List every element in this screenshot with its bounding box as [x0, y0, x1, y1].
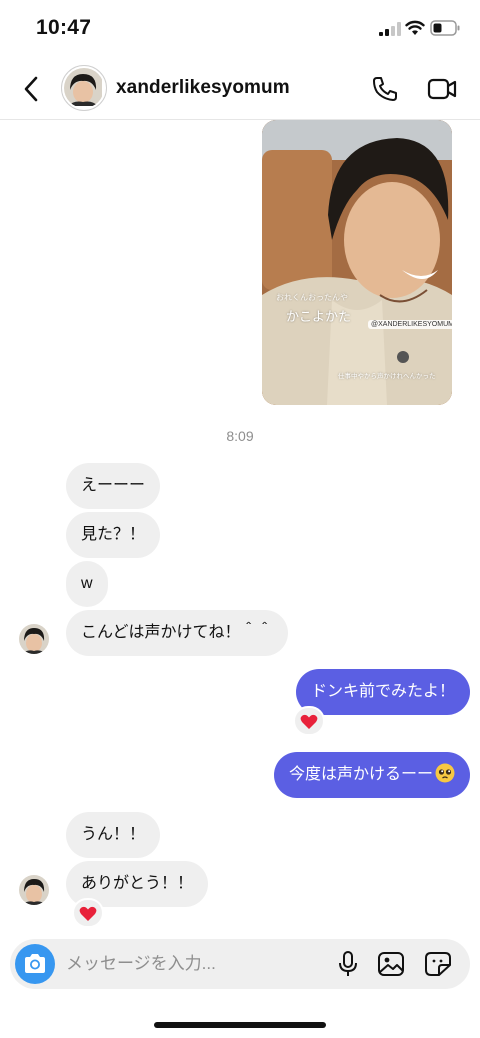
heart-icon [79, 906, 97, 921]
sent-message[interactable]: ドンキ前でみたよ！ [295, 669, 470, 715]
camera-button[interactable] [15, 944, 55, 984]
sender-avatar[interactable] [19, 624, 49, 654]
video-call-icon[interactable] [427, 75, 457, 103]
chat-header: xanderlikesyomum [0, 58, 480, 120]
message-input[interactable] [66, 939, 316, 989]
chat-username[interactable]: xanderlikesyomum [116, 77, 290, 99]
camera-icon [25, 954, 45, 973]
microphone-icon[interactable] [336, 951, 360, 977]
back-arrow-icon[interactable] [20, 74, 42, 104]
sent-message[interactable]: 今度は声かけるーー [273, 752, 470, 798]
wifi-icon [405, 20, 425, 35]
received-message[interactable]: 見た？！ [66, 512, 161, 558]
received-message[interactable]: うん！！ [66, 812, 161, 858]
status-time: 10:47 [36, 16, 92, 39]
phone-icon[interactable] [371, 75, 399, 103]
received-message[interactable]: こんどは声かけてね！＾＾ [66, 610, 288, 656]
gallery-icon[interactable] [377, 951, 405, 977]
heart-reaction[interactable] [72, 898, 104, 928]
sender-avatar[interactable] [19, 875, 49, 905]
story-caption-small: おれくんおったんや [276, 293, 348, 302]
home-indicator[interactable] [154, 1022, 326, 1028]
shared-story-photo[interactable]: おれくんおったんや かこよかた @XANDERLIKESYOMUM 仕事中やから… [262, 120, 452, 405]
story-mention-tag: @XANDERLIKESYOMUM [368, 320, 452, 329]
heart-reaction[interactable] [293, 706, 325, 736]
message-composer [10, 939, 470, 989]
pleading-face-emoji-icon [435, 763, 455, 783]
status-bar: 10:47 [0, 0, 480, 56]
story-caption-bottom: 仕事中やから声かけれへんかった [338, 373, 436, 380]
sticker-icon[interactable] [424, 951, 452, 977]
message-timestamp: 8:09 [226, 428, 254, 444]
avatar[interactable] [61, 65, 107, 111]
sent-message-text: 今度は声かけるーー [288, 766, 433, 783]
received-message[interactable]: えーーー [66, 463, 161, 509]
story-photo-image [262, 120, 452, 405]
story-caption-main: かこよかた [286, 309, 352, 324]
dm-thread-screen: 10:47 xanderlikesyomum おれくんおったんや かこよかた @… [0, 0, 480, 1038]
battery-icon [430, 20, 460, 36]
cellular-signal-icon [379, 22, 401, 36]
heart-icon [300, 714, 318, 729]
received-message[interactable]: w [66, 561, 108, 607]
